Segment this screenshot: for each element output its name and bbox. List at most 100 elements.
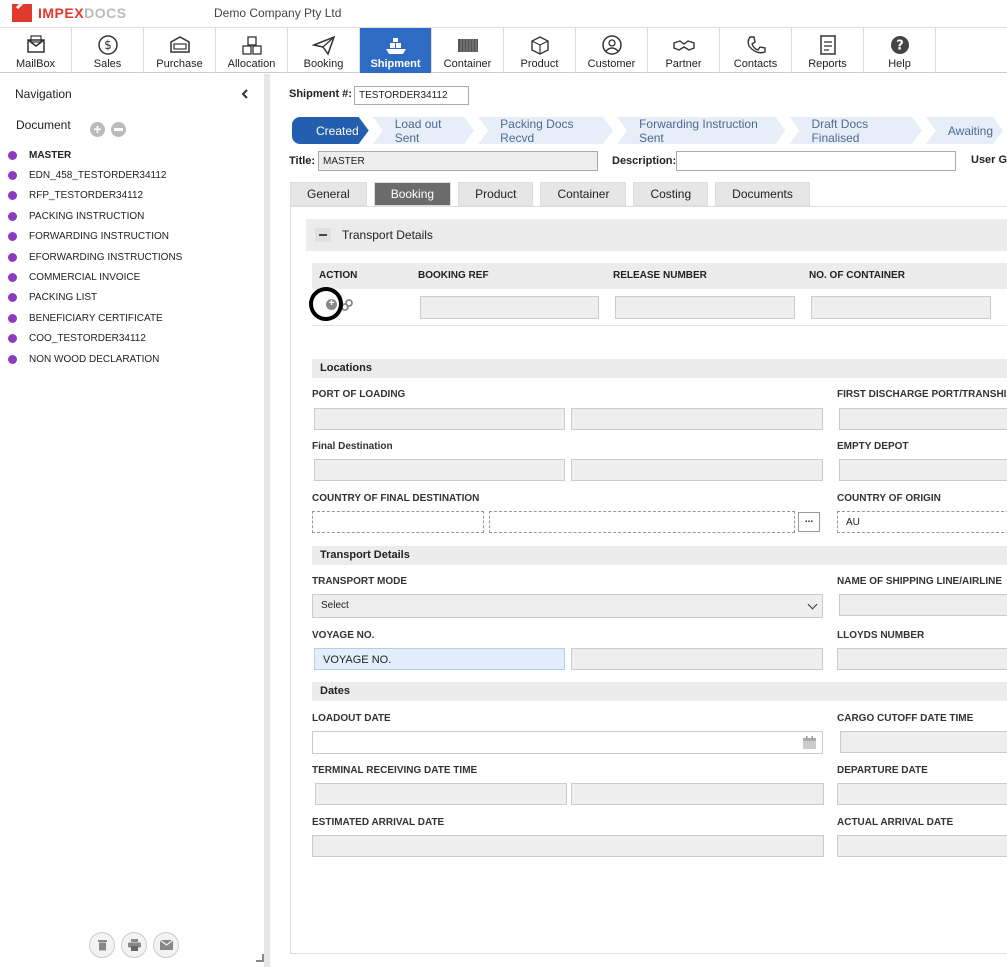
resize-grip-icon[interactable] <box>256 954 264 962</box>
toolbar-purchase-button[interactable]: Purchase <box>144 28 216 73</box>
status-dot <box>8 273 17 283</box>
shipment-number-input[interactable]: TESTORDER34112 <box>354 86 469 105</box>
toolbar-label: Product <box>520 58 559 70</box>
top-bar: IMPEXDOCS Demo Company Pty Ltd <box>0 0 1007 28</box>
help-icon: ? <box>890 36 909 54</box>
calendar-icon[interactable] <box>803 736 816 749</box>
document-list-item[interactable]: NON WOOD DECLARATION <box>8 349 182 369</box>
document-list-item[interactable]: COMMERCIAL INVOICE <box>8 267 182 287</box>
column-action: ACTION <box>319 270 358 281</box>
departure-date-label: DEPARTURE DATE <box>837 765 928 776</box>
document-list-item[interactable]: FORWARDING INSTRUCTION <box>8 227 182 247</box>
toolbar-shipment-button[interactable]: Shipment <box>360 28 432 73</box>
collapse-section-icon[interactable] <box>315 228 331 242</box>
toolbar-partner-button[interactable]: Partner <box>648 28 720 73</box>
loadout-date-input[interactable] <box>312 731 823 754</box>
document-label: NON WOOD DECLARATION <box>29 353 160 365</box>
document-list-item[interactable]: COO_TESTORDER34112 <box>8 329 182 349</box>
locations-header: Locations <box>312 359 1007 378</box>
cargo-cutoff-field[interactable] <box>840 731 1007 753</box>
paper-plane-icon <box>311 35 335 56</box>
voyage-number-input[interactable]: VOYAGE NO. <box>314 648 565 670</box>
transport-mode-select[interactable]: Select <box>312 594 823 618</box>
first-discharge-field[interactable] <box>839 408 1007 430</box>
port-of-loading-name[interactable] <box>571 408 823 430</box>
first-discharge-label: FIRST DISCHARGE PORT/TRANSHIPMENT <box>837 389 1007 400</box>
status-dot <box>8 293 17 303</box>
toolbar-container-button[interactable]: Container <box>432 28 504 73</box>
document-list-item[interactable]: MASTER <box>8 145 182 165</box>
document-list-item[interactable]: BENEFICIARY CERTIFICATE <box>8 308 182 328</box>
departure-date-field[interactable] <box>837 783 1007 805</box>
country-of-origin-field[interactable]: AU <box>837 511 1007 533</box>
delete-button[interactable] <box>89 932 115 958</box>
email-button[interactable] <box>153 932 179 958</box>
status-step[interactable]: Forwarding Instruction Sent <box>617 117 785 144</box>
document-list-item[interactable]: EDN_458_TESTORDER34112 <box>8 165 182 185</box>
user-group-label: User Gr <box>971 154 1007 166</box>
voyage-number-secondary[interactable] <box>571 648 823 670</box>
tab-booking[interactable]: Booking <box>373 182 452 206</box>
country-final-destination-name[interactable] <box>489 511 795 533</box>
port-of-loading-label: PORT OF LOADING <box>312 389 406 400</box>
country-final-destination-code[interactable] <box>312 511 484 533</box>
tab-costing[interactable]: Costing <box>633 182 709 206</box>
port-of-loading-code[interactable] <box>314 408 565 430</box>
empty-depot-field[interactable] <box>839 459 1007 481</box>
status-step[interactable]: Packing Docs Recvd <box>478 117 613 144</box>
status-dot <box>8 211 17 221</box>
estimated-arrival-field[interactable] <box>312 835 824 857</box>
no-of-container-input[interactable] <box>811 296 991 319</box>
transport-details-header[interactable]: Transport Details <box>306 219 1007 251</box>
toolbar-product-button[interactable]: Product <box>504 28 576 73</box>
country-of-origin-label: COUNTRY OF ORIGIN <box>837 493 941 504</box>
toolbar-sales-button[interactable]: $ Sales <box>72 28 144 73</box>
status-step[interactable]: Awaiting <box>926 117 1003 144</box>
toolbar-label: Contacts <box>733 58 778 70</box>
release-number-input[interactable] <box>615 296 795 319</box>
document-list-item[interactable]: EFORWARDING INSTRUCTIONS <box>8 247 182 267</box>
main-toolbar: MailBox $ Sales Purchase Allocation Booking Sh… <box>0 28 1007 73</box>
booking-ref-input[interactable] <box>420 296 599 319</box>
booking-table-header: ACTION BOOKING REF RELEASE NUMBER NO. OF… <box>312 263 1007 289</box>
svg-text:$: $ <box>104 38 112 52</box>
toolbar-customer-button[interactable]: Customer <box>576 28 648 73</box>
terminal-receiving-date[interactable] <box>315 783 567 805</box>
description-field[interactable] <box>676 151 956 171</box>
status-step[interactable]: Load out Sent <box>373 117 474 144</box>
toolbar-help-button[interactable]: ? Help <box>864 28 936 73</box>
tab-product[interactable]: Product <box>458 182 534 206</box>
lloyds-number-label: LLOYDS NUMBER <box>837 630 925 641</box>
title-field[interactable]: MASTER <box>318 151 598 171</box>
final-destination-code[interactable] <box>314 459 565 481</box>
impexdocs-logo[interactable]: IMPEXDOCS <box>12 4 127 22</box>
tab-general[interactable]: General <box>290 182 367 206</box>
terminal-receiving-time[interactable] <box>571 783 824 805</box>
toolbar-booking-button[interactable]: Booking <box>288 28 360 73</box>
tab-documents[interactable]: Documents <box>715 182 810 206</box>
toolbar-contacts-button[interactable]: Contacts <box>720 28 792 73</box>
remove-document-icon[interactable] <box>111 122 126 137</box>
document-list-item[interactable]: RFP_TESTORDER34112 <box>8 186 182 206</box>
document-list-item[interactable]: PACKING INSTRUCTION <box>8 206 182 226</box>
toolbar-reports-button[interactable]: Reports <box>792 28 864 73</box>
toolbar-label: Allocation <box>227 58 276 70</box>
shipping-line-field[interactable] <box>839 594 1007 616</box>
status-step[interactable]: Draft Docs Finalised <box>789 117 921 144</box>
country-lookup-button[interactable]: ... <box>798 512 820 532</box>
document-label: PACKING INSTRUCTION <box>29 210 145 222</box>
toolbar-allocation-button[interactable]: Allocation <box>216 28 288 73</box>
toolbar-mailbox-button[interactable]: MailBox <box>0 28 72 73</box>
add-document-icon[interactable]: + <box>90 122 105 137</box>
trash-icon <box>97 940 107 951</box>
actual-arrival-field[interactable] <box>837 835 1007 857</box>
collapse-sidebar-icon[interactable] <box>240 89 250 99</box>
toolbar-label: Booking <box>303 58 344 70</box>
final-destination-name[interactable] <box>571 459 823 481</box>
print-button[interactable] <box>121 932 147 958</box>
logo-icon <box>12 4 32 22</box>
status-step[interactable]: Created <box>292 117 369 144</box>
lloyds-number-field[interactable] <box>837 648 1007 670</box>
tab-container[interactable]: Container <box>540 182 627 206</box>
document-list-item[interactable]: PACKING LIST <box>8 288 182 308</box>
